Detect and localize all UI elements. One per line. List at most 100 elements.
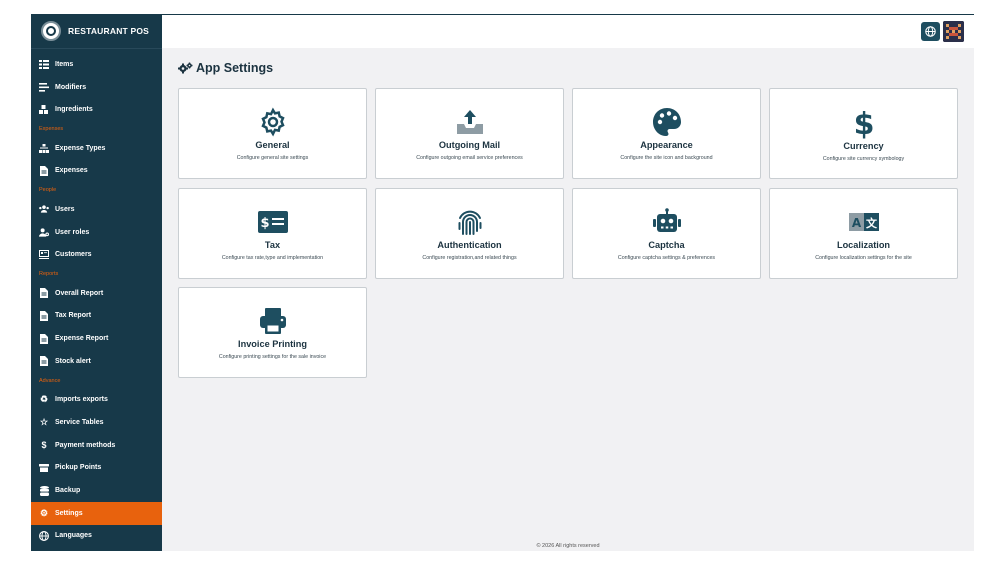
- card-description: Configure registration,and related thing…: [422, 254, 517, 261]
- sidebar-item-overall-report[interactable]: Overall Report: [31, 282, 162, 305]
- card-title: General: [255, 139, 290, 150]
- app-window: RESTAURANT POS Items Modifiers Ingredien…: [31, 14, 974, 551]
- user-cog-icon: [39, 227, 49, 237]
- sidebar-item-label: Customers: [55, 251, 92, 259]
- sidebar-item-settings[interactable]: ⚙ Settings: [31, 501, 162, 525]
- brand-name: RESTAURANT POS: [68, 26, 150, 36]
- sidebar-item-label: Ingredients: [55, 106, 93, 114]
- card-localization[interactable]: A文 Localization Configure localization s…: [769, 188, 958, 279]
- gear-icon: [258, 107, 288, 137]
- robot-icon: [652, 207, 682, 237]
- sidebar-item-stock-alert[interactable]: Stock alert: [31, 350, 162, 373]
- sidebar-item-label: Tax Report: [55, 312, 92, 320]
- pickup-icon: [39, 463, 49, 473]
- sidebar-item-label: Backup: [55, 487, 81, 495]
- sidebar-item-label: Languages: [55, 532, 92, 540]
- card-title: Captcha: [648, 239, 685, 250]
- sidebar-item-customers[interactable]: Customers: [31, 243, 162, 266]
- card-invoice-printing[interactable]: Invoice Printing Configure printing sett…: [178, 287, 367, 378]
- card-outgoing-mail[interactable]: Outgoing Mail Configure outgoing email s…: [375, 88, 564, 179]
- page-title-text: App Settings: [196, 61, 274, 75]
- dollar-icon: $: [41, 439, 47, 450]
- footer-copyright: © 2026 All rights reserved: [536, 543, 600, 549]
- card-title: Authentication: [437, 239, 502, 250]
- sidebar-item-imports-exports[interactable]: ♻ Imports exports: [31, 388, 162, 411]
- sidebar: RESTAURANT POS Items Modifiers Ingredien…: [31, 14, 162, 551]
- sidebar-item-label: Items: [55, 60, 74, 68]
- card-tax[interactable]: $ Tax Configure tax rate,type and implem…: [178, 188, 367, 279]
- sidebar-item-expenses[interactable]: Expenses: [31, 160, 162, 183]
- sidebar-item-ingredients[interactable]: Ingredients: [31, 98, 162, 121]
- customers-icon: [39, 250, 49, 260]
- sidebar-item-payment-methods[interactable]: $ Payment methods: [31, 434, 162, 457]
- card-title: Outgoing Mail: [438, 139, 501, 150]
- section-label-advance: Advance: [39, 377, 61, 384]
- avatar[interactable]: [943, 21, 964, 42]
- sidebar-item-users[interactable]: Users: [31, 198, 162, 221]
- sidebar-menu: Items Modifiers Ingredients Expenses Exp…: [31, 49, 162, 547]
- sidebar-item-backup[interactable]: Backup: [31, 479, 162, 502]
- card-authentication[interactable]: Authentication Configure registration,an…: [375, 188, 564, 279]
- document-icon: [39, 165, 49, 176]
- sidebar-item-service-tables[interactable]: ☆ Service Tables: [31, 411, 162, 434]
- card-title: Appearance: [640, 139, 693, 150]
- users-icon: [39, 204, 49, 214]
- card-description: Configure general site settings: [236, 154, 309, 161]
- sidebar-item-modifiers[interactable]: Modifiers: [31, 76, 162, 99]
- brand[interactable]: RESTAURANT POS: [31, 14, 162, 49]
- sidebar-item-label: Expenses: [55, 167, 88, 175]
- card-currency[interactable]: $ Currency Configure site currency symbo…: [769, 88, 958, 179]
- gears-icon: ⚙: [39, 507, 49, 518]
- sidebar-item-user-roles[interactable]: User roles: [31, 221, 162, 244]
- lines-icon: [39, 82, 49, 92]
- sidebar-item-label: Imports exports: [55, 396, 108, 404]
- sidebar-item-label: Expense Report: [55, 335, 109, 343]
- sidebar-item-pickup-points[interactable]: Pickup Points: [31, 457, 162, 480]
- sidebar-item-label: Modifiers: [55, 83, 87, 91]
- svg-text:$: $: [260, 216, 269, 231]
- globe-icon: [39, 530, 49, 541]
- sidebar-item-label: User roles: [55, 228, 90, 236]
- card-appearance[interactable]: Appearance Configure the site icon and b…: [572, 88, 761, 179]
- document-icon: [39, 356, 49, 367]
- svg-text:A: A: [851, 216, 861, 230]
- sidebar-item-label: Service Tables: [55, 418, 104, 426]
- card-title: Currency: [843, 140, 884, 151]
- card-description: Configure tax rate,type and implementati…: [221, 254, 324, 261]
- language-button[interactable]: [921, 22, 940, 41]
- document-icon: [39, 333, 49, 344]
- gears-icon: [178, 62, 193, 74]
- sitemap-icon: [39, 143, 49, 153]
- database-icon: [39, 485, 49, 496]
- sidebar-item-expense-report[interactable]: Expense Report: [31, 327, 162, 350]
- brand-logo: [41, 21, 61, 41]
- sidebar-item-label: Overall Report: [55, 289, 104, 297]
- page-title: App Settings: [178, 61, 273, 75]
- inbox-upload-icon: [455, 107, 485, 137]
- card-title: Tax: [264, 239, 281, 250]
- list-icon: [39, 59, 49, 69]
- dollar-icon: $: [854, 106, 874, 140]
- printer-icon: [258, 306, 288, 336]
- card-general[interactable]: General Configure general site settings: [178, 88, 367, 179]
- boxes-icon: [39, 105, 49, 115]
- card-captcha[interactable]: Captcha Configure captcha settings & pre…: [572, 188, 761, 279]
- card-description: Configure outgoing email service prefere…: [416, 154, 523, 161]
- sidebar-item-languages[interactable]: Languages: [31, 525, 162, 548]
- sidebar-item-tax-report[interactable]: Tax Report: [31, 305, 162, 328]
- star-icon: ☆: [39, 416, 49, 427]
- money-check-icon: $: [257, 207, 288, 237]
- card-description: Configure the site icon and background: [620, 154, 713, 161]
- language-icon: A文: [848, 207, 879, 237]
- document-icon: [39, 310, 49, 321]
- card-title: Localization: [836, 239, 891, 250]
- card-description: Configure site currency symbology: [822, 155, 905, 162]
- card-description: Configure localization settings for the …: [815, 254, 912, 261]
- sidebar-item-items[interactable]: Items: [31, 53, 162, 76]
- sidebar-item-label: Settings: [55, 509, 83, 517]
- top-bar: [162, 14, 974, 48]
- sidebar-item-label: Expense Types: [55, 144, 106, 152]
- sidebar-item-label: Users: [55, 205, 75, 213]
- sidebar-item-expense-types[interactable]: Expense Types: [31, 137, 162, 160]
- sidebar-item-label: Pickup Points: [55, 464, 102, 472]
